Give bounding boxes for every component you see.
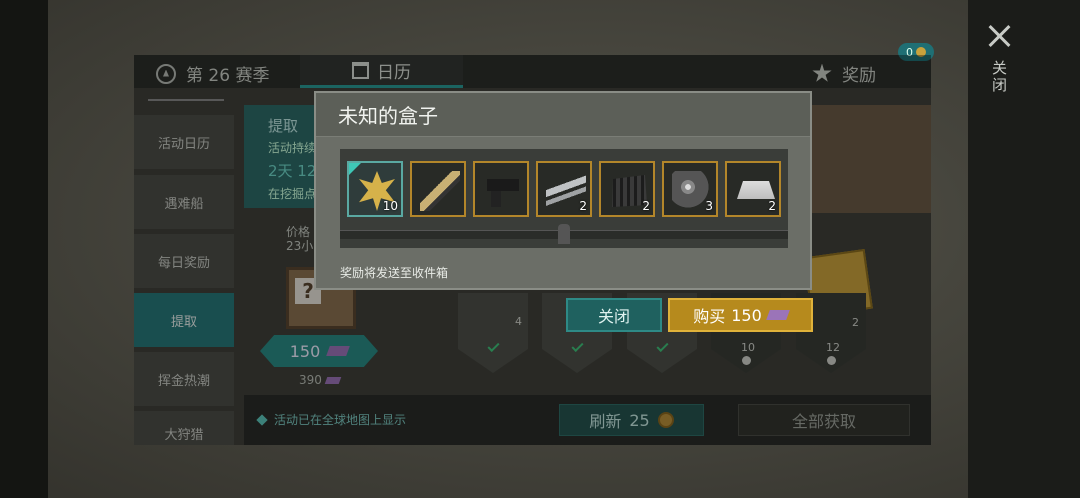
price-sub-text: 23小 bbox=[286, 239, 314, 253]
scroll-handle[interactable] bbox=[558, 224, 570, 244]
rifle-icon bbox=[420, 171, 460, 211]
reward-count: 10 bbox=[741, 341, 755, 354]
unknown-box-dialog: 未知的盒子 10 2 2 3 2 奖励将发送至收件箱 bbox=[314, 91, 812, 290]
check-icon bbox=[656, 339, 669, 353]
ticket-icon bbox=[765, 310, 790, 320]
old-price: 390 bbox=[299, 373, 342, 387]
item-slot[interactable] bbox=[410, 161, 466, 217]
reward-slot[interactable]: 4 bbox=[458, 293, 528, 373]
sidebar-item-label: 挥金热潮 bbox=[157, 373, 210, 389]
season-shield-icon bbox=[156, 63, 176, 84]
item-count: 2 bbox=[768, 199, 776, 213]
coin-icon bbox=[916, 47, 926, 57]
price-value: 150 bbox=[289, 341, 321, 361]
season-tab[interactable]: 第 26 赛季 bbox=[156, 61, 269, 86]
sidebar-item-great-hunt[interactable]: 大狩猎 bbox=[134, 411, 234, 445]
inbox-note: 奖励将发送至收件箱 bbox=[340, 266, 449, 280]
sidebar-item-spending-spree[interactable]: 挥金热潮 bbox=[134, 352, 234, 406]
season-label: 第 26 赛季 bbox=[186, 66, 270, 86]
price-tag[interactable]: 150 bbox=[260, 335, 378, 367]
close-vertical-label[interactable]: 关闭 bbox=[990, 60, 1010, 94]
sidebar-item-label: 遇难船 bbox=[164, 196, 204, 212]
sidebar-item-shipwreck[interactable]: 遇难船 bbox=[134, 175, 234, 229]
calendar-tab-label: 日历 bbox=[377, 62, 411, 83]
ticket-icon bbox=[326, 346, 351, 356]
map-notice: 活动已在全球地图上显示 bbox=[256, 411, 407, 428]
reward-count: 2 bbox=[852, 316, 859, 329]
ticket-icon bbox=[324, 376, 342, 384]
sidebar-item-label: 提取 bbox=[170, 314, 197, 330]
reward-count: 4 bbox=[515, 315, 522, 328]
item-slot[interactable]: 2 bbox=[536, 161, 592, 217]
price-label-text: 价格 bbox=[286, 225, 311, 239]
item-count: 10 bbox=[382, 199, 398, 213]
item-count: 2 bbox=[579, 199, 587, 213]
get-all-button[interactable]: 全部获取 bbox=[738, 404, 910, 436]
sidebar-item-event-calendar[interactable]: 活动日历 bbox=[134, 115, 234, 169]
close-button-label: 关闭 bbox=[597, 307, 630, 326]
buy-price: 150 bbox=[731, 305, 762, 325]
star-icon bbox=[812, 63, 832, 82]
bottom-bar: 活动已在全球地图上显示 刷新 25 全部获取 bbox=[244, 395, 931, 445]
item-count: 2 bbox=[642, 199, 650, 213]
refresh-cost: 25 bbox=[629, 410, 650, 430]
skull-icon bbox=[742, 356, 751, 365]
close-button[interactable]: 关闭 bbox=[566, 298, 662, 332]
skull-icon bbox=[827, 356, 836, 365]
old-price-value: 390 bbox=[299, 373, 322, 387]
item-slot[interactable]: 2 bbox=[725, 161, 781, 217]
check-icon bbox=[571, 339, 584, 353]
sidebar-handle bbox=[148, 99, 224, 103]
price-label: 价格 23小 bbox=[286, 225, 313, 253]
reward-tab-label: 奖励 bbox=[842, 66, 876, 86]
sidebar-item-label: 大狩猎 bbox=[164, 428, 204, 443]
get-all-label: 全部获取 bbox=[791, 412, 856, 431]
highlight-corner bbox=[349, 163, 361, 175]
tab-rewards[interactable]: 奖励 bbox=[812, 61, 876, 86]
event-duration-label: 活动持续 bbox=[268, 141, 317, 155]
right-edge bbox=[968, 0, 1080, 498]
reward-count: 12 bbox=[826, 341, 840, 354]
event-time-left: 2天 12 bbox=[268, 162, 317, 180]
check-icon bbox=[487, 339, 500, 353]
sidebar-item-label: 每日奖励 bbox=[157, 255, 210, 271]
item-slot[interactable]: 2 bbox=[599, 161, 655, 217]
event-location-text: 在挖掘点 bbox=[268, 187, 317, 201]
close-icon[interactable] bbox=[986, 22, 1014, 50]
sidebar-item-extract[interactable]: 提取 bbox=[134, 293, 234, 347]
coin-icon bbox=[657, 412, 674, 428]
calendar-icon bbox=[352, 61, 369, 79]
event-title: 提取 bbox=[268, 117, 299, 135]
refresh-label: 刷新 bbox=[589, 412, 622, 431]
buy-label: 购买 bbox=[693, 307, 726, 326]
item-list[interactable]: 10 2 2 3 2 bbox=[340, 149, 788, 248]
refresh-button[interactable]: 刷新 25 bbox=[559, 404, 704, 436]
sidebar-item-daily-reward[interactable]: 每日奖励 bbox=[134, 234, 234, 288]
pistol-icon bbox=[483, 171, 523, 211]
reward-count-badge: 0 bbox=[898, 43, 934, 61]
reward-badge-count: 0 bbox=[906, 45, 913, 59]
item-count: 3 bbox=[705, 199, 713, 213]
buy-button[interactable]: 购买 150 bbox=[668, 298, 813, 332]
left-edge bbox=[0, 0, 48, 498]
map-notice-text: 活动已在全球地图上显示 bbox=[274, 413, 407, 427]
sidebar-item-label: 活动日历 bbox=[157, 136, 210, 152]
diamond-icon bbox=[256, 413, 268, 426]
item-slot[interactable]: 10 bbox=[347, 161, 403, 217]
item-slot[interactable]: 3 bbox=[662, 161, 718, 217]
tab-calendar[interactable]: 日历 bbox=[300, 55, 463, 88]
top-bar: 第 26 赛季 日历 奖励 0 bbox=[134, 43, 934, 88]
dialog-title: 未知的盒子 bbox=[316, 93, 810, 137]
item-slot[interactable] bbox=[473, 161, 529, 217]
event-banner-image bbox=[810, 105, 931, 213]
